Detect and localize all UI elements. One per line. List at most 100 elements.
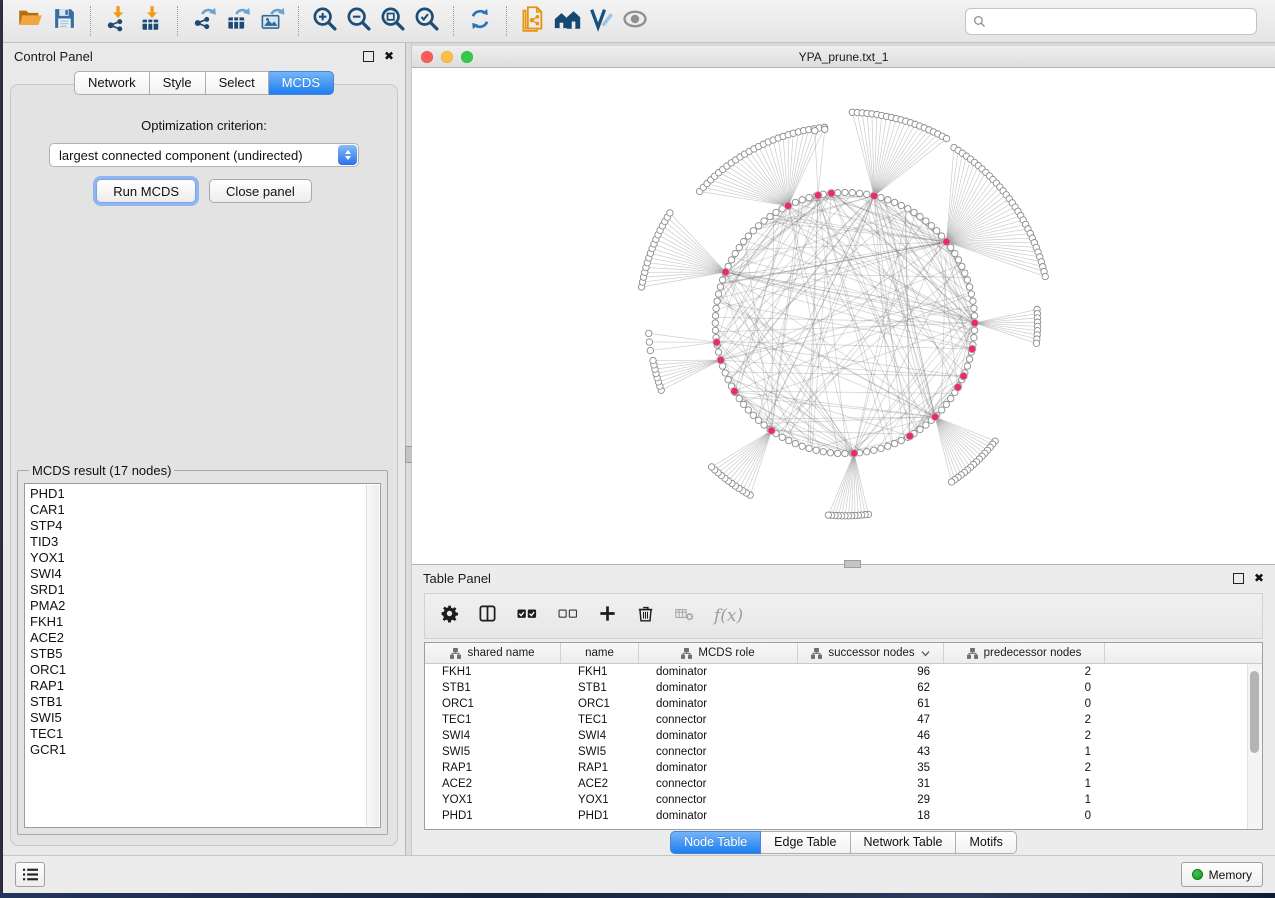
network-node[interactable] xyxy=(792,199,798,205)
mcds-node[interactable] xyxy=(906,432,914,440)
float-table-panel-icon[interactable] xyxy=(1233,573,1244,584)
network-node[interactable] xyxy=(761,422,767,428)
satellite-node[interactable] xyxy=(667,210,673,216)
maximize-window-icon[interactable] xyxy=(461,51,473,63)
network-node[interactable] xyxy=(911,209,917,215)
network-node[interactable] xyxy=(722,370,728,376)
network-node[interactable] xyxy=(917,426,923,432)
network-node[interactable] xyxy=(827,450,833,456)
search-input[interactable] xyxy=(990,13,1249,29)
network-node[interactable] xyxy=(712,320,718,326)
network-node[interactable] xyxy=(842,450,848,456)
network-node[interactable] xyxy=(917,213,923,219)
network-node[interactable] xyxy=(885,443,891,449)
network-node[interactable] xyxy=(878,194,884,200)
network-node[interactable] xyxy=(966,356,972,362)
column-header-predecessor-nodes[interactable]: predecessor nodes xyxy=(944,643,1105,663)
run-mcds-button[interactable]: Run MCDS xyxy=(96,179,196,203)
table-row[interactable]: SWI5SWI5connector431 xyxy=(425,744,1262,760)
network-node[interactable] xyxy=(959,263,965,269)
mcds-result-item[interactable]: STB1 xyxy=(30,694,366,710)
search-box[interactable] xyxy=(965,8,1257,35)
network-node[interactable] xyxy=(923,218,929,224)
network-node[interactable] xyxy=(792,440,798,446)
mcds-result-item[interactable]: FKH1 xyxy=(30,614,366,630)
satellite-node[interactable] xyxy=(646,330,652,336)
mcds-node[interactable] xyxy=(784,202,792,210)
mcds-node[interactable] xyxy=(971,319,979,327)
mcds-node[interactable] xyxy=(814,191,822,199)
mcds-node[interactable] xyxy=(850,449,858,457)
network-node[interactable] xyxy=(719,277,725,283)
table-row[interactable]: PHD1PHD1dominator180 xyxy=(425,808,1262,824)
table-row[interactable]: ORC1ORC1dominator610 xyxy=(425,696,1262,712)
network-node[interactable] xyxy=(962,270,968,276)
open-session-button[interactable] xyxy=(13,4,47,38)
home-button[interactable] xyxy=(550,4,584,38)
network-node[interactable] xyxy=(891,440,897,446)
optimization-criterion-select[interactable]: largest connected component (undirected) xyxy=(49,143,359,167)
tab-network-table[interactable]: Network Table xyxy=(851,831,957,854)
network-node[interactable] xyxy=(952,250,958,256)
network-node[interactable] xyxy=(728,257,734,263)
network-node[interactable] xyxy=(736,395,742,401)
satellite-node[interactable] xyxy=(822,126,828,132)
satellite-node[interactable] xyxy=(647,347,653,353)
network-node[interactable] xyxy=(970,298,976,304)
network-node[interactable] xyxy=(820,449,826,455)
network-node[interactable] xyxy=(806,194,812,200)
refresh-button[interactable] xyxy=(463,4,497,38)
show-graphics-details-button[interactable] xyxy=(618,4,652,38)
network-node[interactable] xyxy=(750,412,756,418)
network-node[interactable] xyxy=(712,327,718,333)
float-panel-icon[interactable] xyxy=(363,51,374,62)
network-node[interactable] xyxy=(864,191,870,197)
table-row[interactable]: FKH1FKH1dominator962 xyxy=(425,664,1262,680)
network-node[interactable] xyxy=(750,228,756,234)
mcds-result-item[interactable]: SWI4 xyxy=(30,566,366,582)
satellite-node[interactable] xyxy=(650,357,656,363)
mcds-result-item[interactable]: ACE2 xyxy=(30,630,366,646)
network-node[interactable] xyxy=(966,284,972,290)
mcds-result-item[interactable]: YOX1 xyxy=(30,550,366,566)
open-network-file-button[interactable] xyxy=(516,4,550,38)
network-node[interactable] xyxy=(964,363,970,369)
mcds-result-item[interactable]: PMA2 xyxy=(30,598,366,614)
network-node[interactable] xyxy=(878,445,884,451)
network-node[interactable] xyxy=(755,417,761,423)
network-node[interactable] xyxy=(713,305,719,311)
mcds-result-item[interactable]: ORC1 xyxy=(30,662,366,678)
select-all-columns-button[interactable] xyxy=(516,604,538,628)
mcds-result-list[interactable]: PHD1CAR1STP4TID3YOX1SWI4SRD1PMA2FKH1ACE2… xyxy=(24,483,381,828)
node-table[interactable]: shared namenameMCDS rolesuccessor nodesp… xyxy=(424,642,1263,830)
task-history-button[interactable] xyxy=(15,862,45,887)
mcds-node[interactable] xyxy=(870,192,878,200)
table-settings-button[interactable] xyxy=(440,604,459,628)
network-node[interactable] xyxy=(842,189,848,195)
vertical-splitter[interactable] xyxy=(405,43,412,855)
network-node[interactable] xyxy=(715,291,721,297)
tab-motifs[interactable]: Motifs xyxy=(956,831,1016,854)
mcds-node[interactable] xyxy=(828,189,836,197)
network-node[interactable] xyxy=(740,401,746,407)
network-node[interactable] xyxy=(732,250,738,256)
satellite-node[interactable] xyxy=(948,479,954,485)
mcds-node[interactable] xyxy=(717,356,725,364)
close-panel-button[interactable]: Close panel xyxy=(209,179,312,203)
network-node[interactable] xyxy=(885,197,891,203)
network-node[interactable] xyxy=(856,190,862,196)
import-network-button[interactable] xyxy=(100,4,134,38)
vizmapper-button[interactable] xyxy=(584,4,618,38)
satellite-node[interactable] xyxy=(646,339,652,345)
network-node[interactable] xyxy=(905,206,911,212)
satellite-node[interactable] xyxy=(708,464,714,470)
network-node[interactable] xyxy=(938,233,944,239)
network-node[interactable] xyxy=(717,284,723,290)
network-node[interactable] xyxy=(964,277,970,283)
network-node[interactable] xyxy=(835,450,841,456)
network-node[interactable] xyxy=(898,202,904,208)
mcds-node[interactable] xyxy=(722,268,730,276)
export-table-button[interactable] xyxy=(221,4,255,38)
zoom-selected-button[interactable] xyxy=(410,4,444,38)
minimize-window-icon[interactable] xyxy=(441,51,453,63)
